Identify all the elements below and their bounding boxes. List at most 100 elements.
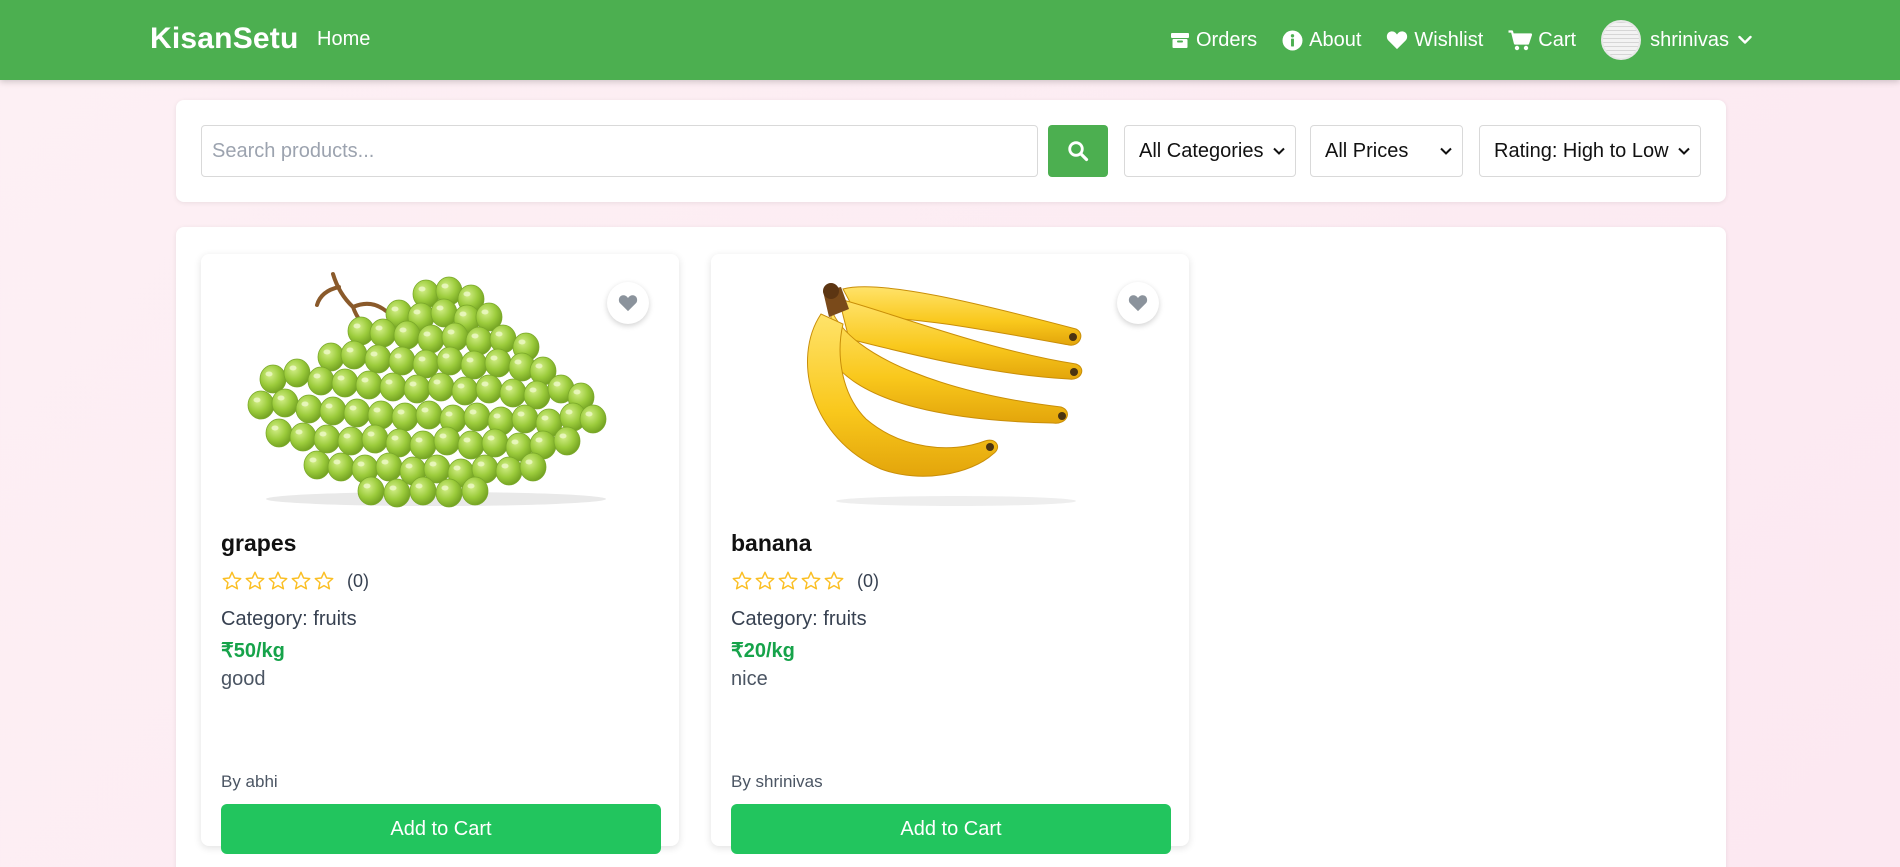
add-to-cart-button[interactable]: Add to Cart — [731, 804, 1171, 854]
product-card-grapes: grapes (0) Category: fruits ₹50/kg good … — [201, 254, 679, 854]
brand-logo[interactable]: KisanSetu — [150, 22, 299, 56]
grape-highlight — [541, 415, 549, 421]
grape — [415, 400, 443, 430]
price-select[interactable]: All Prices — [1310, 125, 1463, 177]
grape-highlight — [301, 401, 309, 407]
product-image[interactable] — [731, 269, 1169, 508]
nav-wishlist-link[interactable]: Wishlist — [1386, 29, 1483, 52]
product-description: nice — [731, 668, 768, 690]
grape — [553, 426, 581, 456]
grape-highlight — [353, 323, 361, 329]
sort-select[interactable]: Rating: High to Low — [1479, 125, 1701, 177]
search-button[interactable] — [1048, 125, 1108, 177]
grape — [461, 476, 489, 506]
grape — [375, 452, 403, 482]
grape-highlight — [421, 407, 429, 413]
grape — [343, 398, 371, 428]
grape — [379, 372, 407, 402]
nav-about-label: About — [1309, 28, 1362, 51]
grape — [417, 324, 445, 354]
nav-about-link[interactable]: About — [1282, 29, 1361, 52]
wishlist-button[interactable] — [1117, 282, 1159, 324]
grape-highlight — [463, 437, 471, 443]
grape-highlight — [319, 431, 327, 437]
grape — [484, 348, 512, 378]
product-seller: By abhi — [221, 772, 278, 791]
product-name[interactable]: banana — [731, 530, 812, 557]
grape-highlight — [471, 333, 479, 339]
grape-highlight — [389, 485, 397, 491]
chevron-down-icon — [1678, 147, 1690, 155]
grape — [361, 424, 389, 454]
chevron-down-icon — [1440, 147, 1452, 155]
user-menu[interactable]: shrinivas — [1601, 20, 1752, 60]
nav-orders-link[interactable]: Orders — [1170, 29, 1257, 52]
grape — [393, 320, 421, 350]
grape-highlight — [373, 407, 381, 413]
product-category: Category: fruits — [221, 608, 357, 630]
info-icon — [1282, 30, 1303, 50]
add-to-cart-button[interactable]: Add to Cart — [221, 804, 661, 854]
avatar[interactable] — [1601, 20, 1642, 60]
grape — [313, 424, 341, 454]
grape — [427, 372, 455, 402]
product-price: ₹50/kg — [221, 640, 285, 662]
product-description: good — [221, 668, 266, 690]
products-panel: grapes (0) Category: fruits ₹50/kg good … — [176, 227, 1726, 867]
nav-cart-link[interactable]: Cart — [1508, 29, 1576, 52]
nav-wishlist-label: Wishlist — [1414, 28, 1484, 51]
search-icon — [1068, 141, 1089, 162]
grape-highlight — [511, 439, 519, 445]
grape-highlight — [467, 483, 475, 489]
grape-highlight — [469, 409, 477, 415]
grape — [369, 318, 397, 348]
search-input[interactable] — [201, 125, 1038, 177]
grape — [409, 430, 437, 460]
grape-highlight — [397, 409, 405, 415]
grape-highlight — [573, 389, 581, 395]
grape-highlight — [381, 459, 389, 465]
grape — [327, 452, 355, 482]
product-image[interactable] — [221, 269, 659, 508]
wishlist-button[interactable] — [607, 282, 649, 324]
grape-highlight — [399, 327, 407, 333]
nav-home-link[interactable]: Home — [317, 28, 370, 51]
grape-highlight — [514, 359, 522, 365]
grape-highlight — [453, 465, 461, 471]
grape-highlight — [253, 397, 261, 403]
grape-highlight — [445, 411, 453, 417]
grape — [451, 376, 479, 406]
grape-highlight — [370, 351, 378, 357]
category-select[interactable]: All Categories — [1124, 125, 1296, 177]
grape — [489, 324, 517, 354]
grape — [475, 374, 503, 404]
grape-highlight — [357, 461, 365, 467]
grape-highlight — [490, 355, 498, 361]
rating-count: (0) — [857, 570, 879, 591]
grape-highlight — [535, 437, 543, 443]
grape — [457, 430, 485, 460]
grape-highlight — [553, 381, 561, 387]
grape-highlight — [394, 353, 402, 359]
grape — [481, 428, 509, 458]
nav-cart-label: Cart — [1538, 28, 1577, 51]
grape — [495, 456, 523, 486]
grape-highlight — [447, 329, 455, 335]
grape — [435, 478, 463, 508]
grape-highlight — [415, 437, 423, 443]
grape — [289, 422, 317, 452]
grape-highlight — [517, 411, 525, 417]
grape — [460, 350, 488, 380]
grape-highlight — [313, 373, 321, 379]
product-name[interactable]: grapes — [221, 530, 296, 557]
green-grapes-image — [247, 272, 607, 508]
grape-highlight — [361, 377, 369, 383]
grape-highlight — [405, 463, 413, 469]
grape-highlight — [415, 483, 423, 489]
category-select-value: All Categories — [1139, 139, 1264, 162]
grape-highlight — [481, 309, 489, 315]
star-empty-icon — [801, 571, 821, 590]
grape-highlight — [363, 483, 371, 489]
grape-highlight — [463, 291, 471, 297]
grape-highlight — [323, 349, 331, 355]
